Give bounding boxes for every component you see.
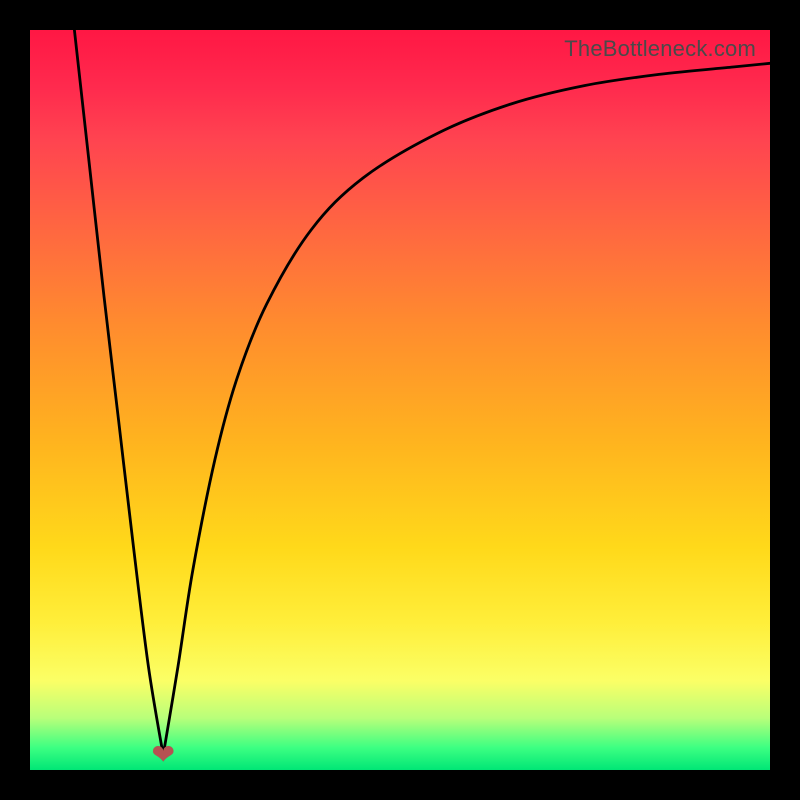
curve-path	[74, 30, 770, 755]
plot-area: TheBottleneck.com ❤	[30, 30, 770, 770]
chart-frame: TheBottleneck.com ❤	[0, 0, 800, 800]
bottleneck-curve	[30, 30, 770, 770]
heart-icon: ❤	[151, 741, 174, 769]
